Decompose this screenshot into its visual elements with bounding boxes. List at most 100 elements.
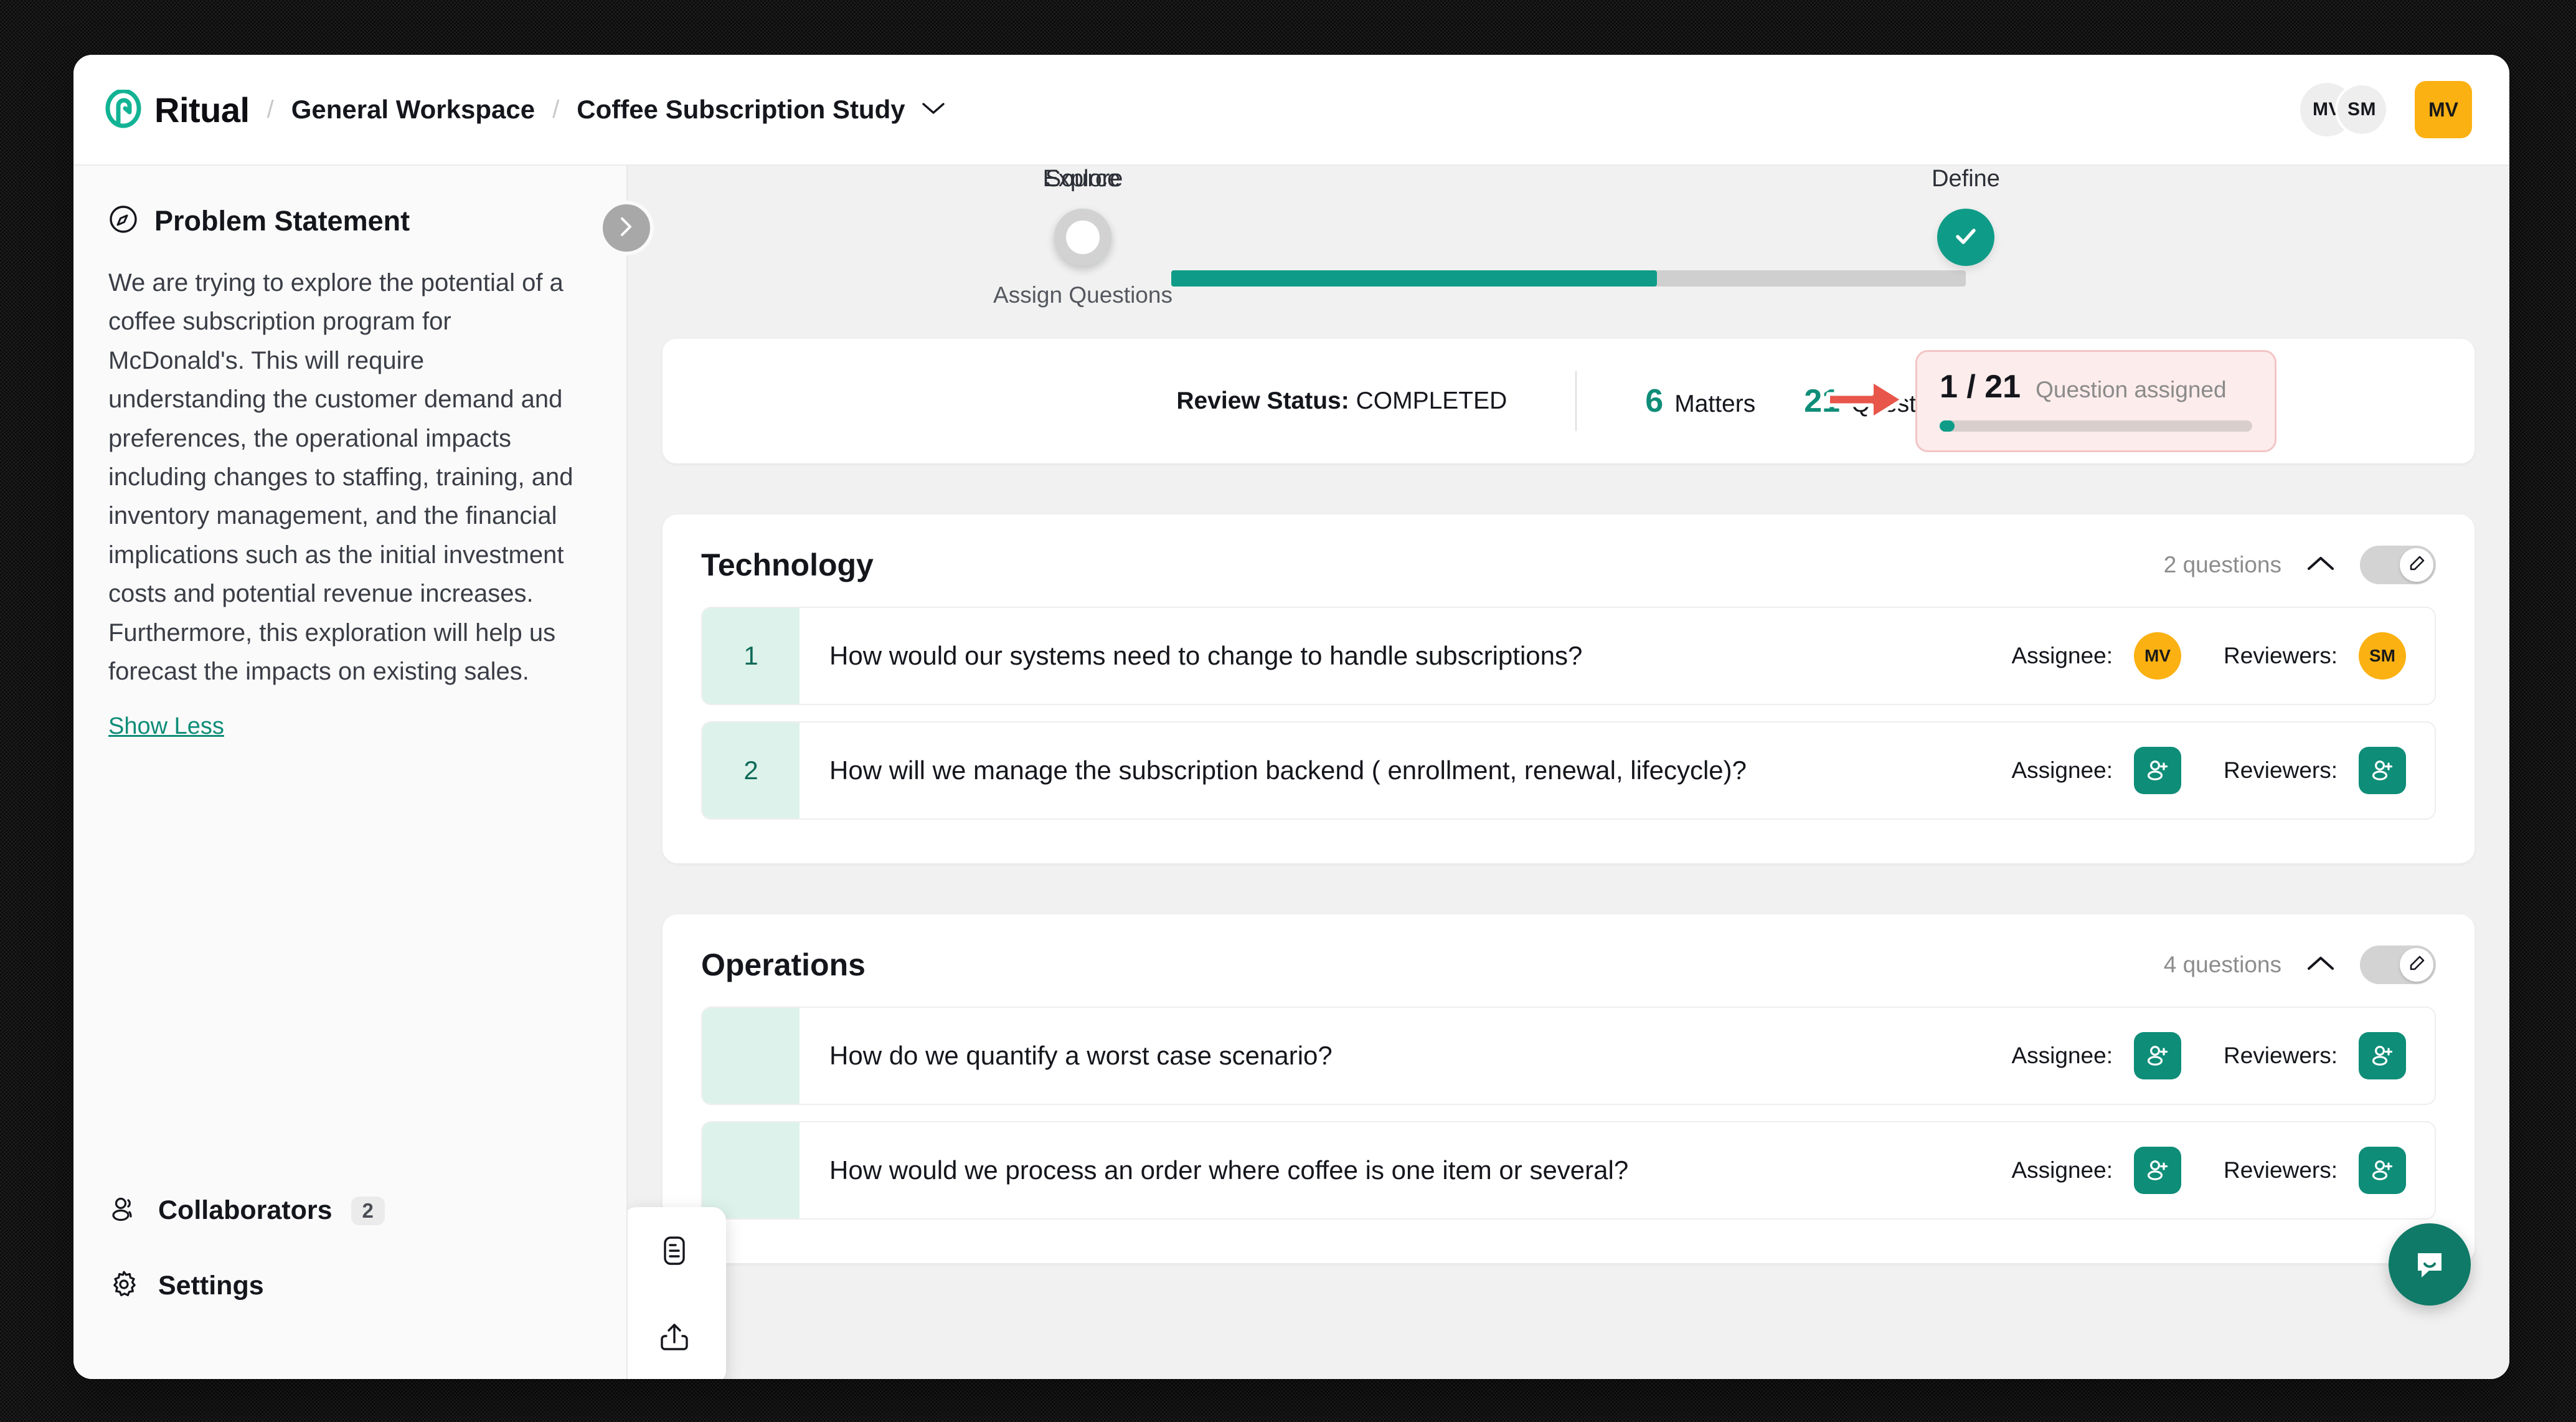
question-meta: Assignee: Reviewers: [2012,1008,2435,1104]
floating-toolbar [628,1207,726,1379]
breadcrumb-workspace[interactable]: General Workspace [291,95,535,125]
chevron-down-icon[interactable] [922,101,945,119]
brand-name: Ritual [154,90,250,130]
question-number: 2 [702,723,800,818]
share-icon[interactable] [657,1320,692,1358]
sidebar-item-label: Settings [158,1271,264,1301]
table-row[interactable]: How would we process an order where coff… [701,1121,2436,1220]
add-assignee-button[interactable] [2134,1032,2181,1079]
chat-support-button[interactable] [2389,1223,2471,1306]
question-meta: Assignee: Reviewers: [2012,723,2435,818]
metric-value: 6 [1645,383,1664,419]
main-content: Define Source Assign Questions Explore R… [628,166,2509,1379]
section-operations: Operations 4 questions How do we quantif… [663,914,2475,1263]
sidebar-footer: Collaborators 2 Settings [108,1193,592,1379]
workflow-stepper: Define Source Assign Questions Explore [993,166,2054,334]
metric-matters: 6 Matters [1645,382,1755,420]
desktop-background: Ritual / General Workspace / Coffee Subs… [0,0,2576,1422]
assignee-label: Assignee: [2011,1043,2113,1068]
section-header: Operations 4 questions [663,914,2475,1007]
chevron-up-icon[interactable] [2306,555,2335,576]
user-avatar[interactable]: MV [2415,81,2472,138]
stepper-step-explore[interactable]: Explore [989,166,1176,266]
table-row[interactable]: 2 How will we manage the subscription ba… [701,721,2436,820]
collaborator-avatar-group[interactable]: MV SM [2300,83,2389,136]
assignee-label: Assignee: [2011,1157,2113,1183]
assigned-fraction: 1 / 21 [1940,369,2021,405]
problem-statement-header: Problem Statement [108,204,592,237]
section-edit-toggle[interactable] [2360,546,2436,584]
collaborators-count-badge: 2 [351,1196,385,1225]
step-sublabel: Assign Questions [993,282,1172,308]
add-reviewer-button[interactable] [2359,1147,2406,1194]
question-number [702,1008,800,1104]
assignee-label: Assignee: [2011,643,2113,668]
toggle-knob [2400,548,2433,582]
questions-assigned-card: 1 / 21 Question assigned [1915,350,2276,452]
chevron-right-icon [618,216,635,240]
section-edit-toggle[interactable] [2360,946,2436,984]
section-question-count: 4 questions [2163,952,2281,977]
annotation-arrow-icon [1826,372,1907,431]
breadcrumb-separator-2: / [552,95,560,123]
question-text: How would we process an order where coff… [829,1155,1629,1185]
divider [1575,371,1577,431]
reviewers-label: Reviewers: [2224,1043,2338,1068]
reviewers-label: Reviewers: [2224,1157,2338,1183]
reviewers-label: Reviewers: [2224,757,2338,783]
brand-logo-group[interactable]: Ritual [103,90,250,130]
toggle-knob [2400,948,2433,982]
question-meta: Assignee: Reviewers: [2012,1122,2435,1218]
question-text: How do we quantify a worst case scenario… [829,1041,1333,1070]
add-reviewer-button[interactable] [2359,1032,2406,1079]
chat-bubble-icon [2410,1243,2450,1286]
question-meta: Assignee: MV Reviewers: SM [2012,608,2435,704]
assigned-label: Question assigned [2036,377,2227,402]
question-number [702,1122,800,1218]
pencil-icon [2407,954,2426,976]
sidebar: Problem Statement We are trying to explo… [73,166,654,1379]
stepper-progress [1171,270,1657,287]
sidebar-item-settings[interactable]: Settings [108,1269,592,1303]
compass-icon [108,204,138,237]
add-assignee-button[interactable] [2134,747,2181,794]
metric-label: Matters [1674,391,1756,417]
assignee-avatar[interactable]: MV [2134,632,2181,680]
review-status: Review Status: COMPLETED [1176,387,1507,415]
stepper-step-define[interactable]: Define [1872,166,2059,266]
add-assignee-button[interactable] [2134,1147,2181,1194]
breadcrumb-separator-1: / [267,95,274,123]
check-icon [1951,222,1980,254]
assigned-progress-bar [1940,420,2252,432]
chevron-up-icon[interactable] [2306,955,2335,975]
reviewers-label: Reviewers: [2224,643,2338,668]
review-status-value: COMPLETED [1356,387,1507,414]
sidebar-collapse-button[interactable] [599,201,654,255]
topbar-right-group: MV SM MV [2300,81,2472,138]
status-card: Review Status: COMPLETED 6 Matters 21 Qu… [663,339,2475,463]
top-bar: Ritual / General Workspace / Coffee Subs… [73,55,2509,166]
page-title: Problem Statement [154,204,410,237]
add-reviewer-button[interactable] [2359,747,2406,794]
sidebar-item-collaborators[interactable]: Collaborators 2 [108,1193,592,1228]
table-row[interactable]: 1 How would our systems need to change t… [701,607,2436,705]
show-less-link[interactable]: Show Less [108,713,224,740]
question-text: How would our systems need to change to … [829,641,1583,670]
review-status-label: Review Status: [1176,387,1349,414]
reviewer-avatar[interactable]: SM [2359,632,2406,680]
breadcrumb-project[interactable]: Coffee Subscription Study [577,95,905,125]
step-dot-done [1937,209,1994,266]
body-row: Problem Statement We are trying to explo… [73,166,2509,1379]
step-dot-todo [1054,209,1111,266]
table-row[interactable]: How do we quantify a worst case scenario… [701,1007,2436,1105]
section-question-count: 2 questions [2163,552,2281,577]
gear-icon [108,1269,139,1303]
ritual-logo-icon [103,90,143,130]
assignee-label: Assignee: [2011,757,2113,783]
avatar[interactable]: SM [2335,83,2389,136]
section-header: Technology 2 questions [663,514,2475,607]
section-title: Technology [701,547,874,582]
document-icon[interactable] [657,1233,692,1271]
users-icon [108,1193,139,1228]
section-title: Operations [701,947,866,982]
